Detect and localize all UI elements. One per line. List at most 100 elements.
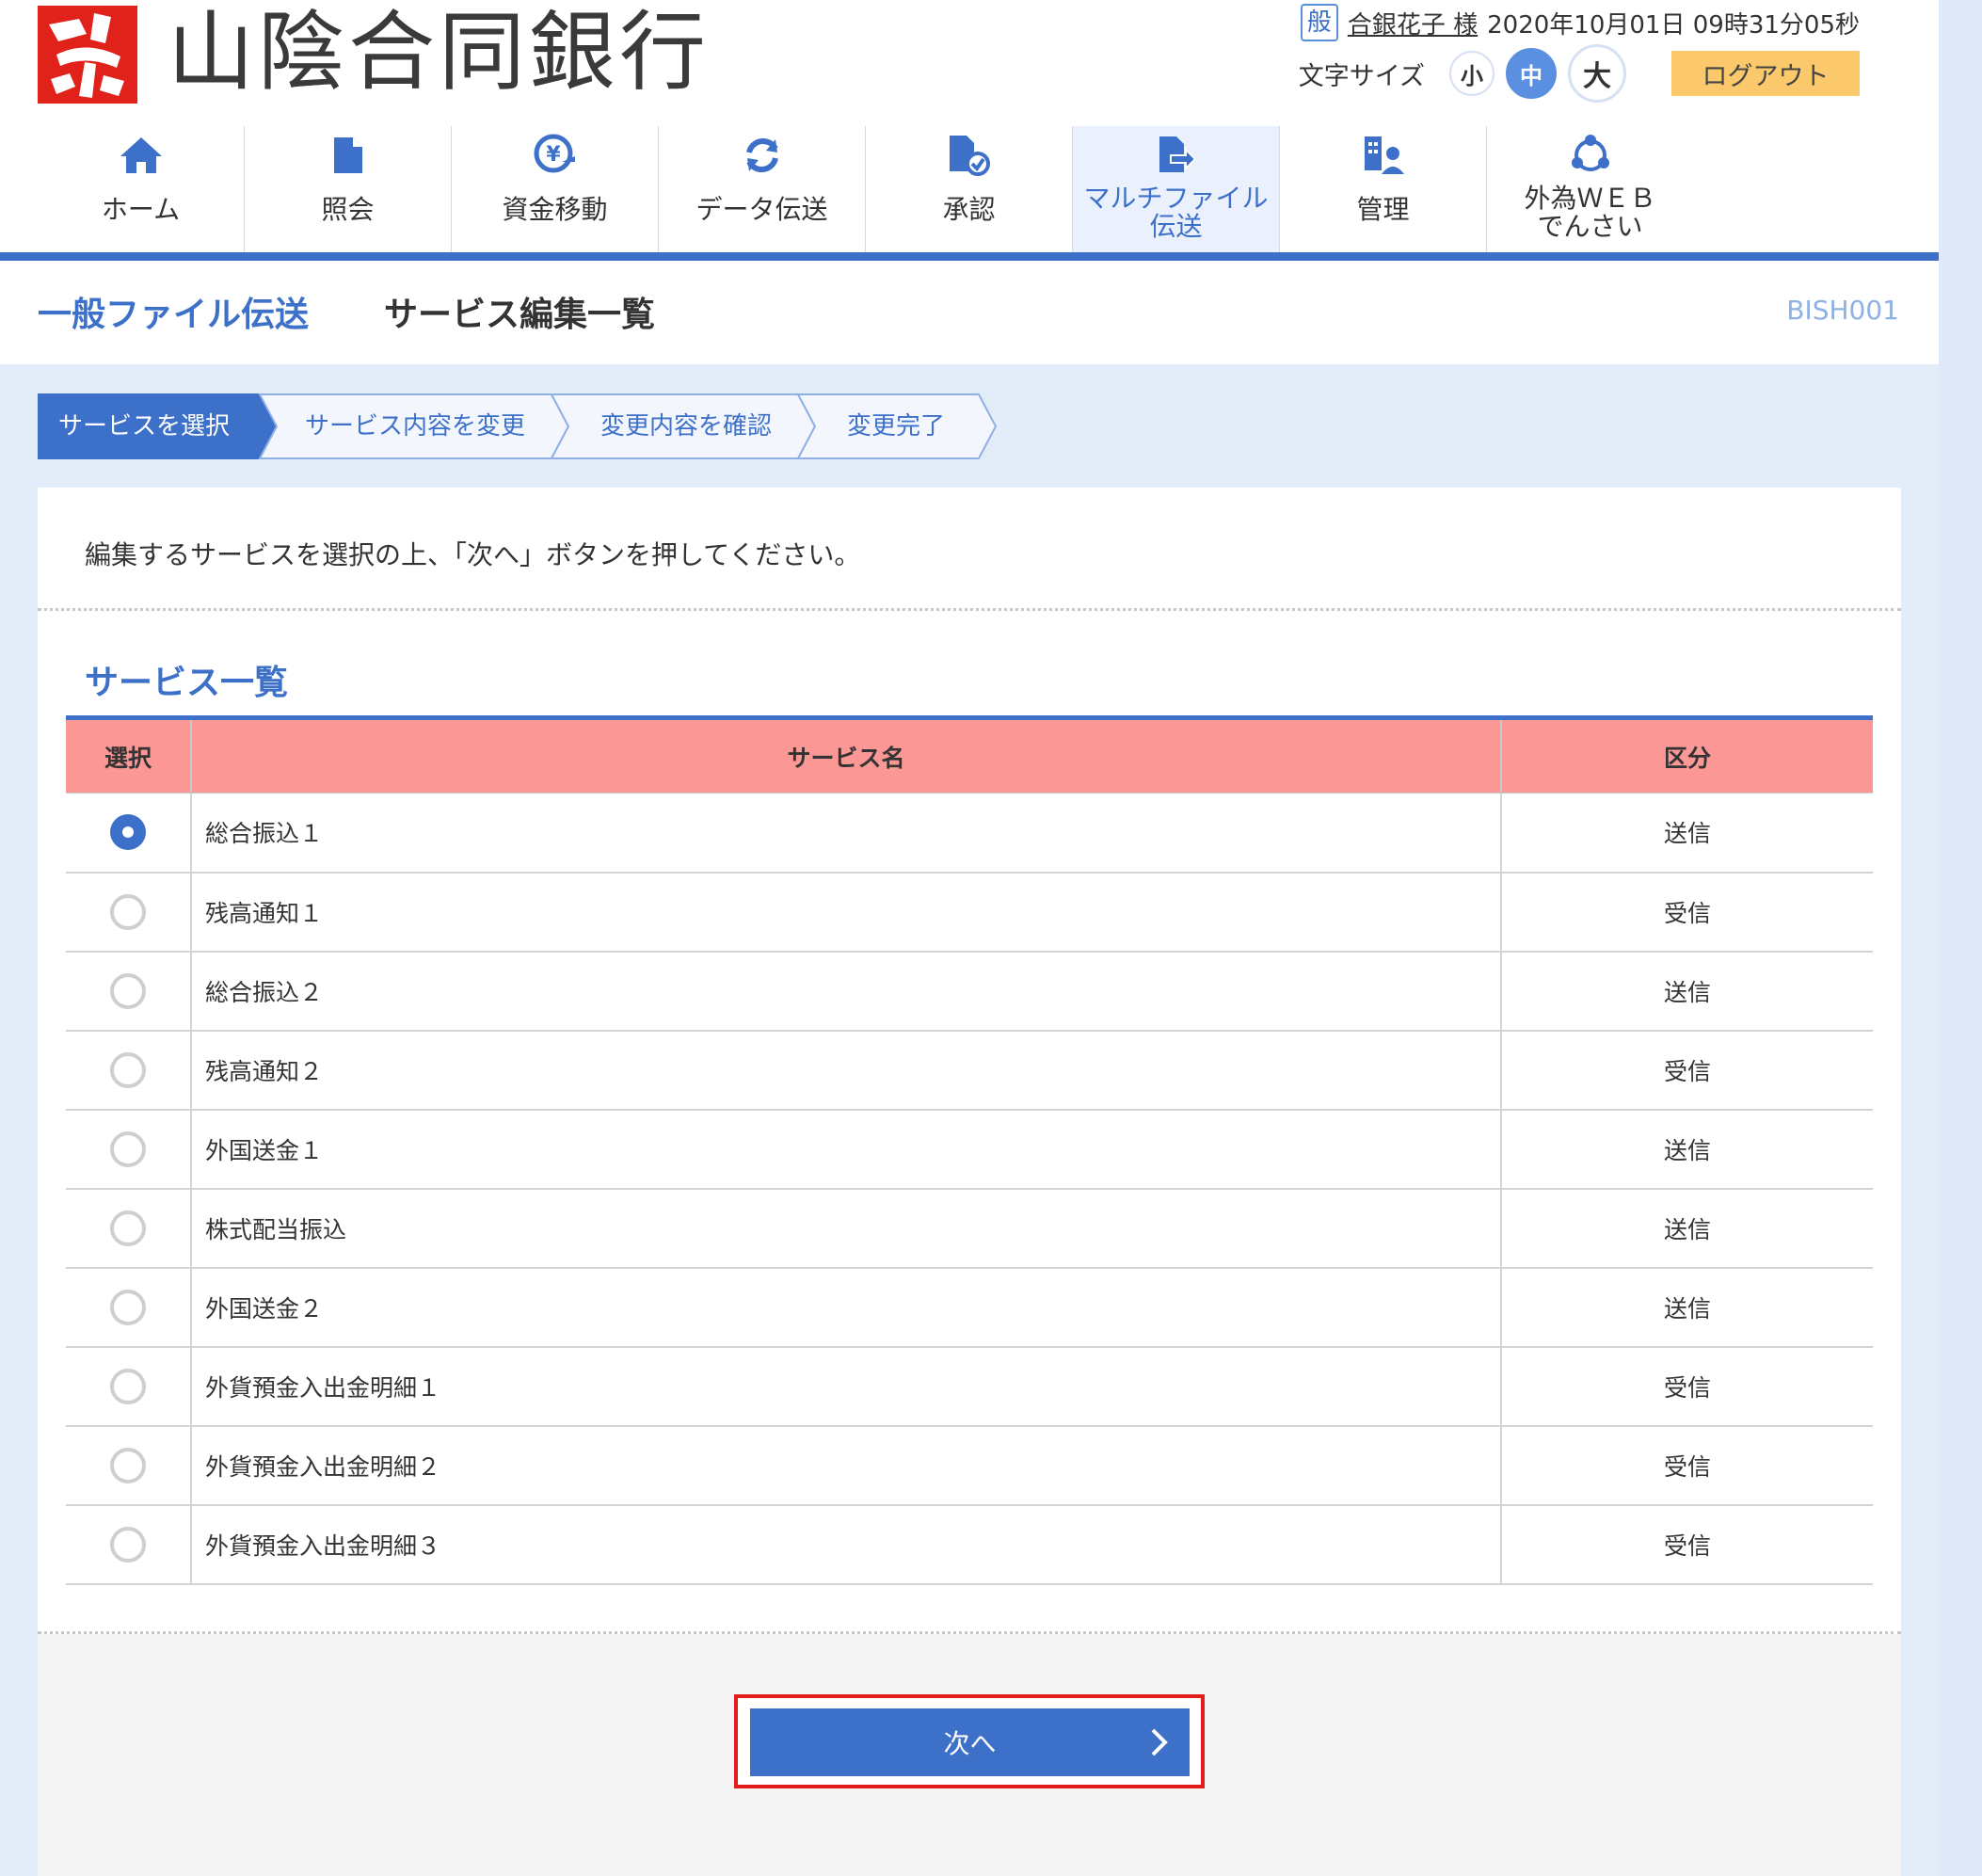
- service-type: 送信: [1501, 793, 1873, 874]
- admin-icon: [1363, 132, 1404, 179]
- nav-item-home[interactable]: ホーム: [38, 126, 245, 254]
- select-radio[interactable]: [110, 1368, 146, 1404]
- nav-item-multi-file-transfer[interactable]: マルチファイル 伝送: [1073, 126, 1280, 254]
- nav-label: 管理: [1356, 194, 1410, 225]
- user-type-badge: 般: [1300, 4, 1338, 41]
- page-category-title: 一般ファイル伝送: [38, 296, 310, 334]
- table-row[interactable]: 総合振込１ 送信: [66, 793, 1873, 874]
- column-header-select: 選択: [66, 715, 192, 794]
- select-radio[interactable]: [110, 1130, 146, 1167]
- step-3: 変更内容を確認: [600, 412, 773, 441]
- nav-label-line1: 外為ＷＥＢ: [1524, 183, 1656, 214]
- font-size-selector: 文字サイズ 小 中 大 ログアウト: [1298, 44, 1860, 103]
- service-type: 受信: [1501, 872, 1873, 953]
- nav-item-forex-web[interactable]: 外為ＷＥＢ でんさい: [1487, 126, 1693, 254]
- table-header-row: 選択 サービス名 区分: [66, 715, 1873, 794]
- nav-item-data-transmission[interactable]: データ伝送: [659, 126, 866, 254]
- nav-label: 資金移動: [502, 194, 608, 225]
- nav-item-inquiry[interactable]: 照会: [245, 126, 452, 254]
- service-name: 外貨預金入出金明細１: [191, 1346, 1502, 1427]
- select-radio[interactable]: [110, 1289, 146, 1325]
- nav-label-line2: でんさい: [1537, 211, 1643, 242]
- divider: [38, 608, 1901, 611]
- font-size-small-button[interactable]: 小: [1449, 51, 1494, 96]
- user-name-link[interactable]: 合銀花子 様: [1348, 6, 1478, 40]
- approve-document-icon: [948, 132, 991, 179]
- table-row[interactable]: 外貨預金入出金明細２ 受信: [66, 1425, 1873, 1506]
- table-row[interactable]: 総合振込２ 送信: [66, 951, 1873, 1032]
- nav-label-line1: マルチファイル: [1083, 183, 1269, 214]
- step-1: サービスを選択: [58, 412, 231, 441]
- service-type: 受信: [1501, 1504, 1873, 1585]
- select-radio[interactable]: [110, 814, 146, 851]
- nav-item-fund-transfer[interactable]: ¥ 資金移動: [452, 126, 659, 254]
- page: 山陰合同銀行 般 合銀花子 様 2020年10月01日 09時31分05秒 文字…: [0, 0, 1982, 1876]
- table-row[interactable]: 外国送金２ 送信: [66, 1267, 1873, 1348]
- service-type: 送信: [1501, 1267, 1873, 1348]
- section-title: サービス一覧: [85, 664, 289, 702]
- step-4: 変更完了: [847, 412, 946, 441]
- global-nav: ホーム 照会 ¥ 資金移動 データ伝送 承認 マルチファイル 伝送 管理 外為Ｗ…: [38, 126, 1693, 254]
- screen-code: BISH001: [1786, 295, 1899, 326]
- divider: [38, 1631, 1901, 1634]
- service-name: 外貨預金入出金明細２: [191, 1425, 1502, 1506]
- service-type: 送信: [1501, 1109, 1873, 1190]
- home-icon: [119, 132, 164, 179]
- service-type: 受信: [1501, 1346, 1873, 1427]
- select-radio[interactable]: [110, 893, 146, 930]
- service-type: 送信: [1501, 1188, 1873, 1269]
- nav-label: マルチファイル 伝送: [1083, 184, 1268, 241]
- next-button-highlight: 次へ: [734, 1694, 1205, 1788]
- select-radio[interactable]: [110, 1447, 146, 1483]
- file-transfer-icon: [1158, 132, 1195, 179]
- yen-transfer-icon: ¥: [534, 132, 577, 179]
- login-datetime: 2020年10月01日 09時31分05秒: [1487, 10, 1860, 40]
- logout-button[interactable]: ログアウト: [1671, 51, 1860, 96]
- nav-label: 外為ＷＥＢ でんさい: [1524, 184, 1655, 241]
- document-icon: [332, 132, 364, 179]
- service-name: 残高通知２: [191, 1030, 1502, 1111]
- next-button-label: 次へ: [943, 1729, 997, 1758]
- table-row[interactable]: 外貨預金入出金明細１ 受信: [66, 1346, 1873, 1427]
- bank-name: 山陰合同銀行: [168, 2, 711, 103]
- table-row[interactable]: 外国送金１ 送信: [66, 1109, 1873, 1190]
- column-header-service-name: サービス名: [191, 715, 1502, 794]
- service-name: 外貨預金入出金明細３: [191, 1504, 1502, 1585]
- select-radio[interactable]: [110, 1051, 146, 1088]
- table-row[interactable]: 残高通知２ 受信: [66, 1030, 1873, 1111]
- user-info: 般 合銀花子 様 2020年10月01日 09時31分05秒: [1300, 4, 1860, 41]
- table-row[interactable]: 残高通知１ 受信: [66, 872, 1873, 953]
- nav-label: ホーム: [101, 194, 181, 225]
- service-name: 株式配当振込: [191, 1188, 1502, 1269]
- service-type: 受信: [1501, 1425, 1873, 1506]
- nav-label: 照会: [321, 194, 375, 225]
- nav-item-approval[interactable]: 承認: [866, 126, 1073, 254]
- page-title: サービス編集一覧: [384, 296, 656, 334]
- font-size-label: 文字サイズ: [1298, 61, 1425, 91]
- column-header-type: 区分: [1501, 715, 1873, 794]
- table-row[interactable]: 株式配当振込 送信: [66, 1188, 1873, 1269]
- font-size-medium-button[interactable]: 中: [1506, 48, 1557, 99]
- nav-underline: [0, 252, 1939, 261]
- service-type: 送信: [1501, 951, 1873, 1032]
- select-radio[interactable]: [110, 972, 146, 1009]
- cycle-icon: [1570, 132, 1611, 179]
- select-radio[interactable]: [110, 1210, 146, 1246]
- service-name: 残高通知１: [191, 872, 1502, 953]
- service-name: 外国送金１: [191, 1109, 1502, 1190]
- service-name: 外国送金２: [191, 1267, 1502, 1348]
- service-type: 受信: [1501, 1030, 1873, 1111]
- table-row[interactable]: 外貨預金入出金明細３ 受信: [66, 1504, 1873, 1585]
- svg-text:¥: ¥: [546, 143, 561, 167]
- instruction-text: 編集するサービスを選択の上、「次へ」ボタンを押してください。: [85, 539, 861, 570]
- nav-label: 承認: [942, 194, 996, 225]
- next-button[interactable]: 次へ: [750, 1708, 1190, 1776]
- select-radio[interactable]: [110, 1526, 146, 1563]
- nav-label: データ伝送: [695, 194, 828, 225]
- refresh-icon: [742, 132, 783, 179]
- bank-logo-icon: [38, 6, 137, 104]
- service-table: 選択 サービス名 区分 総合振込１ 送信 残高通知１ 受信 総合振込２ 送信 残…: [66, 715, 1873, 1585]
- nav-item-admin[interactable]: 管理: [1280, 126, 1487, 254]
- font-size-large-button[interactable]: 大: [1568, 44, 1626, 103]
- header: 山陰合同銀行 般 合銀花子 様 2020年10月01日 09時31分05秒 文字…: [0, 0, 1939, 254]
